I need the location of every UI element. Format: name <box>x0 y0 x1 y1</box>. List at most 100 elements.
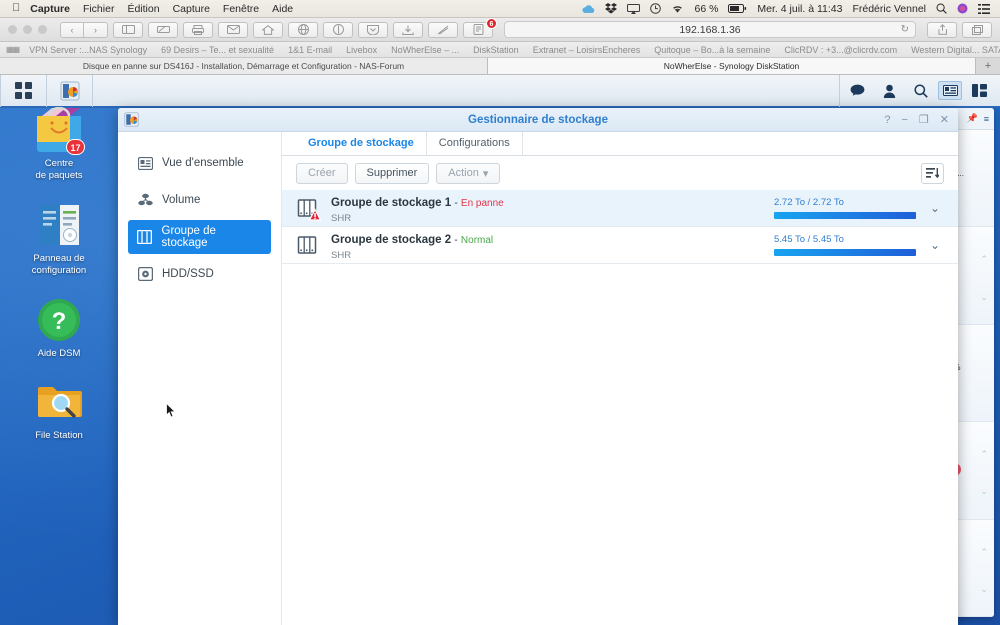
sidebar-item-volume[interactable]: Volume <box>128 183 271 217</box>
chevron-up-icon[interactable]: ⌃ <box>980 254 988 265</box>
create-button[interactable]: Créer <box>296 163 348 184</box>
table-row[interactable]: Groupe de stockage 1 - En panne SHR 2.72… <box>282 190 958 227</box>
siri-icon[interactable] <box>957 3 968 14</box>
action-dropdown-button[interactable]: Action ▾ <box>436 163 500 184</box>
downloads-icon[interactable] <box>393 22 423 38</box>
menu-item-edition[interactable]: Édition <box>127 3 159 15</box>
browser-tab[interactable]: Disque en panne sur DS416J - Installatio… <box>0 58 488 74</box>
desktop-icon-dsm-help[interactable]: ? Aide DSM <box>14 297 104 360</box>
sidebar-item-label: Volume <box>162 194 200 206</box>
bookmark-item[interactable]: 1&1 E-mail <box>288 45 332 55</box>
apple-menu-icon[interactable]:  <box>12 3 20 14</box>
bookmark-item[interactable]: NoWherElse – ... <box>391 45 459 55</box>
bookmark-item[interactable]: ClicRDV : +3...@clicrdv.com <box>784 45 897 55</box>
home-icon[interactable] <box>253 22 283 38</box>
edit-icon[interactable] <box>148 22 178 38</box>
bookmarks-grid-icon[interactable]: ▦▦ <box>6 45 19 54</box>
sidebar-item-hdd-ssd[interactable]: HDD/SSD <box>128 257 271 291</box>
zoom-window-button[interactable] <box>38 25 47 34</box>
bookmark-item[interactable]: Livebox <box>346 45 377 55</box>
sidebar-icon[interactable] <box>113 22 143 38</box>
tabs-overview-icon[interactable] <box>962 22 992 38</box>
pool-name-text: Groupe de stockage 1 <box>331 197 451 209</box>
widgets-icon[interactable] <box>938 81 962 100</box>
bookmark-item[interactable]: Western Digital... SATA III) ... <box>911 45 1000 55</box>
reading-list-icon[interactable]: 6 <box>463 22 493 38</box>
share-icon[interactable] <box>927 22 957 38</box>
minimize-button[interactable]: − <box>901 114 907 126</box>
table-row[interactable]: Groupe de stockage 2 - Normal SHR 5.45 T… <box>282 227 958 264</box>
storage-manager-taskbar-icon[interactable] <box>47 75 92 107</box>
pin-icon[interactable]: 📌 <box>967 113 978 124</box>
bookmark-item[interactable]: 69 Desirs – Te... et sexualité <box>161 45 274 55</box>
help-button[interactable]: ? <box>884 114 890 126</box>
bookmark-item[interactable]: Quitoque – Bo...à la semaine <box>654 45 770 55</box>
sidebar-item-label: HDD/SSD <box>162 268 214 280</box>
print-icon[interactable] <box>183 22 213 38</box>
maximize-button[interactable]: ❐ <box>919 113 929 126</box>
menubar-datetime[interactable]: Mer. 4 juil. à 11:43 <box>757 3 842 15</box>
notification-center-icon[interactable] <box>978 4 990 14</box>
menu-item-capture[interactable]: Capture <box>173 3 210 15</box>
cleaner-icon[interactable] <box>428 22 458 38</box>
storage-manager-main: Groupe de stockage Configurations Créer … <box>282 132 958 625</box>
globe-icon[interactable] <box>288 22 318 38</box>
pocket-icon[interactable] <box>358 22 388 38</box>
chevron-down-icon[interactable]: ⌄ <box>980 584 988 595</box>
address-bar[interactable]: 192.168.1.36 ↻ <box>504 21 916 38</box>
chevron-down-icon[interactable]: ⌄ <box>926 238 944 252</box>
sort-icon[interactable] <box>921 163 944 184</box>
cloud-icon[interactable] <box>582 4 595 14</box>
chevron-down-icon[interactable]: ⌄ <box>980 292 988 303</box>
evernote-icon[interactable] <box>323 22 353 38</box>
dsm-taskbar <box>0 75 1000 108</box>
menu-item-fenetre[interactable]: Fenêtre <box>223 3 259 15</box>
new-tab-button[interactable]: + <box>976 58 1000 74</box>
pilot-view-icon[interactable] <box>964 75 994 107</box>
notifications-chat-icon[interactable] <box>842 75 872 107</box>
spotlight-search-icon[interactable] <box>936 3 947 14</box>
window-title-bar[interactable]: Gestionnaire de stockage ? − ❐ ✕ <box>118 108 958 132</box>
wifi-icon[interactable] <box>671 4 684 14</box>
bookmark-item[interactable]: VPN Server :...NAS Synology <box>29 45 147 55</box>
mail-icon[interactable] <box>218 22 248 38</box>
chevron-right-icon[interactable]: › <box>84 22 108 38</box>
dsm-main-menu-icon[interactable] <box>1 75 46 107</box>
minimize-window-button[interactable] <box>23 25 32 34</box>
close-button[interactable]: ✕ <box>940 113 949 126</box>
menu-item-fichier[interactable]: Fichier <box>83 3 115 15</box>
search-icon[interactable] <box>906 75 936 107</box>
collapse-icon[interactable]: ≡ <box>984 114 989 124</box>
capacity-text: 5.45 To / 5.45 To <box>774 234 916 245</box>
nav-buttons[interactable]: ‹ › <box>60 22 108 38</box>
delete-button[interactable]: Supprimer <box>355 163 430 184</box>
desktop-icon-file-station[interactable]: File Station <box>14 379 104 442</box>
browser-tab-active[interactable]: NoWherElse - Synology DiskStation <box>488 58 976 74</box>
battery-icon[interactable] <box>728 4 747 13</box>
sidebar-item-storage-pool[interactable]: Groupe de stockage <box>128 220 271 254</box>
chevron-down-icon[interactable]: ⌄ <box>980 486 988 497</box>
package-center-icon: 17 <box>36 107 82 153</box>
menubar-username[interactable]: Frédéric Vennel <box>852 3 926 15</box>
chevron-up-icon[interactable]: ⌃ <box>980 449 988 460</box>
user-options-icon[interactable] <box>874 75 904 107</box>
bookmark-item[interactable]: DiskStation <box>473 45 519 55</box>
chevron-down-icon[interactable]: ⌄ <box>926 201 944 215</box>
menu-item-aide[interactable]: Aide <box>272 3 293 15</box>
menu-item-capture-app[interactable]: Capture <box>30 3 70 15</box>
dropbox-icon[interactable] <box>605 3 617 14</box>
desktop-icon-package-center[interactable]: 17 Centrede paquets <box>14 107 104 182</box>
chevron-up-icon[interactable]: ⌃ <box>980 547 988 558</box>
sidebar-item-overview[interactable]: Vue d'ensemble <box>128 146 271 180</box>
tab-storage-pool[interactable]: Groupe de stockage <box>296 132 427 155</box>
bookmark-item[interactable]: Extranet – LoisirsEncheres <box>533 45 641 55</box>
timemachine-icon[interactable] <box>650 3 661 14</box>
window-traffic-lights[interactable] <box>8 25 47 34</box>
desktop-icon-control-panel[interactable]: Panneau deconfiguration <box>14 202 104 277</box>
control-panel-icon <box>36 202 82 248</box>
reload-icon[interactable]: ↻ <box>901 24 909 35</box>
airplay-icon[interactable] <box>627 4 640 14</box>
chevron-left-icon[interactable]: ‹ <box>60 22 84 38</box>
close-window-button[interactable] <box>8 25 17 34</box>
tab-configurations[interactable]: Configurations <box>427 132 523 155</box>
